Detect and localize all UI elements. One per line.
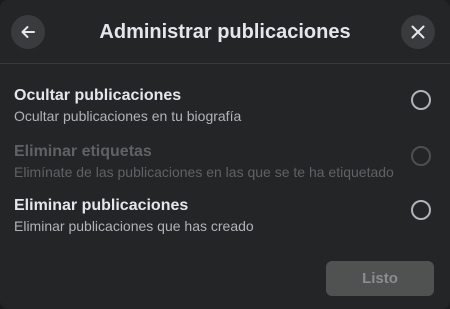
hide-posts-radio[interactable] (411, 90, 431, 110)
dialog-header: Administrar publicaciones (0, 0, 450, 64)
dialog-title: Administrar publicaciones (99, 21, 351, 43)
close-icon (411, 25, 425, 39)
manage-posts-dialog: Administrar publicaciones Ocultar public… (0, 0, 450, 309)
delete-posts-radio[interactable] (411, 200, 431, 220)
done-button: Listo (326, 261, 434, 296)
option-description: Eliminar publicaciones que has creado (14, 218, 254, 234)
option-remove-tags: Eliminar etiquetas Elimínate de las publ… (0, 138, 450, 188)
back-button[interactable] (11, 15, 45, 49)
option-delete-posts[interactable]: Eliminar publicaciones Eliminar publicac… (0, 192, 450, 242)
remove-tags-radio (411, 146, 431, 166)
option-description: Elimínate de las publicaciones en las qu… (14, 164, 394, 180)
close-button[interactable] (401, 15, 435, 49)
option-description: Ocultar publicaciones en tu biografía (14, 108, 242, 124)
arrow-left-icon (21, 26, 35, 38)
option-hide-posts[interactable]: Ocultar publicaciones Ocultar publicacio… (0, 82, 450, 132)
option-title: Eliminar publicaciones (14, 197, 189, 214)
option-title: Ocultar publicaciones (14, 87, 182, 104)
option-title: Eliminar etiquetas (14, 143, 152, 160)
